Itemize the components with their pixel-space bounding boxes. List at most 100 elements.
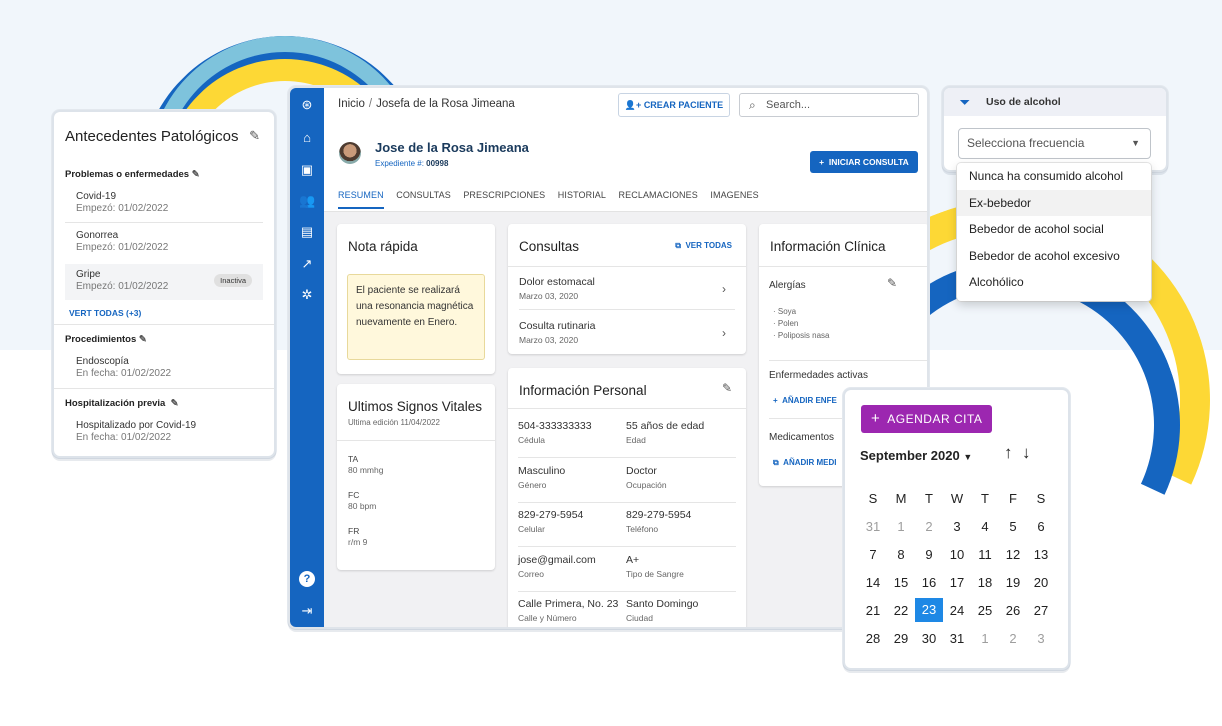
dropdown-option[interactable]: Alcohólico	[957, 269, 1151, 296]
calendar-day[interactable]: 15	[887, 575, 915, 590]
calendar-day[interactable]: 26	[999, 603, 1027, 618]
calendar-day[interactable]: 14	[859, 575, 887, 590]
calendar-day[interactable]: 17	[943, 575, 971, 590]
calendar-day[interactable]: 19	[999, 575, 1027, 590]
calendar-day[interactable]: 20	[1027, 575, 1055, 590]
item-date: Empezó: 01/02/2022	[76, 242, 169, 253]
list-item: · Poliposis nasa	[773, 331, 830, 340]
logo-icon[interactable]: ⊛	[299, 97, 315, 113]
calendar-day[interactable]: 8	[887, 547, 915, 562]
chevron-right-icon[interactable]: ›	[722, 326, 726, 340]
calendar-day[interactable]: 24	[943, 603, 971, 618]
calendar-day[interactable]: 29	[887, 631, 915, 646]
calendar-day[interactable]: 9	[915, 547, 943, 562]
calendar-day[interactable]: 31	[943, 631, 971, 646]
divider	[508, 408, 746, 409]
dropdown-option[interactable]: Bebedor de acohol excesivo	[957, 243, 1151, 270]
tab-historial[interactable]: HISTORIAL	[558, 190, 606, 200]
home-icon[interactable]: ⌂	[299, 130, 315, 146]
list-item[interactable]: Endoscopía En fecha: 01/02/2022	[76, 356, 171, 380]
add-enfermedad-link[interactable]: + AÑADIR ENFE	[773, 396, 837, 405]
edit-icon[interactable]: ✎	[722, 381, 732, 395]
calendar-day[interactable]: 18	[971, 575, 999, 590]
calendar-day-selected[interactable]: 23	[915, 598, 943, 622]
info-field: 504-333333333 Cédula	[518, 420, 592, 445]
calendar-day[interactable]: 7	[859, 547, 887, 562]
week-row: 28 29 30 31 1 2 3	[859, 624, 1059, 652]
chart-icon[interactable]: ↗	[299, 256, 315, 272]
calendar-day[interactable]: 21	[859, 603, 887, 618]
item-date: Empezó: 01/02/2022	[76, 203, 169, 214]
dropdown-option[interactable]: Nunca ha consumido alcohol	[957, 163, 1151, 190]
calendar-day[interactable]: 1	[887, 519, 915, 534]
card-title: Ultimos Signos Vitales	[348, 399, 483, 414]
divider	[519, 309, 735, 310]
list-item[interactable]: Hospitalizado por Covid-19 En fecha: 01/0…	[76, 420, 196, 444]
week-row: 21 22 23 24 25 26 27	[859, 596, 1059, 624]
calendar-day[interactable]: 5	[999, 519, 1027, 534]
calendar-day[interactable]: 3	[943, 519, 971, 534]
list-item[interactable]: Gonorrea Empezó: 01/02/2022	[76, 230, 168, 254]
patients-icon[interactable]: 👥	[299, 193, 315, 209]
calendar-day[interactable]: 25	[971, 603, 999, 618]
informacion-personal-card: Información Personal ✎ 504-333333333 Cédu…	[508, 368, 746, 627]
calendar-day[interactable]: 2	[915, 519, 943, 534]
calendar-day[interactable]: 13	[1027, 547, 1055, 562]
calendar-day[interactable]: 12	[999, 547, 1027, 562]
dropdown-option[interactable]: Bebedor de acohol social	[957, 216, 1151, 243]
calendar-day[interactable]: 2	[999, 631, 1027, 646]
calendar-day[interactable]: 4	[971, 519, 999, 534]
calendar-day[interactable]: 10	[943, 547, 971, 562]
field-value: 829-279-5954	[518, 509, 584, 521]
calendar-day[interactable]: 27	[1027, 603, 1055, 618]
item-date: En fecha: 01/02/2022	[76, 432, 172, 443]
edit-icon[interactable]: ✎	[249, 128, 260, 144]
ver-todas-link[interactable]: VERT TODAS (+3)	[69, 308, 141, 318]
list-item[interactable]: Cosulta rutinaria Marzo 03, 2020	[519, 320, 595, 345]
tab-resumen[interactable]: RESUMEN	[338, 190, 384, 209]
list-item[interactable]: Covid-19 Empezó: 01/02/2022	[76, 191, 168, 215]
tab-reclamaciones[interactable]: RECLAMACIONES	[619, 190, 698, 200]
exp-number: 00998	[426, 159, 449, 168]
breadcrumb-home[interactable]: Inicio	[338, 98, 365, 110]
help-icon[interactable]: ?	[299, 571, 315, 587]
tab-consultas[interactable]: CONSULTAS	[396, 190, 451, 200]
calendar-icon[interactable]: ▣	[299, 162, 315, 178]
arrow-down-icon[interactable]: ↓	[1022, 443, 1031, 462]
dropdown-option[interactable]: Ex-bebedor	[957, 189, 1151, 216]
edit-icon[interactable]: ✎	[887, 276, 897, 290]
calendar-day[interactable]: 3	[1027, 631, 1055, 646]
edit-icon[interactable]: ✎	[171, 398, 179, 409]
arrow-up-icon[interactable]: ↑	[1004, 443, 1013, 462]
calendar-day[interactable]: 22	[887, 603, 915, 618]
calendar-day[interactable]: 1	[971, 631, 999, 646]
edit-icon[interactable]: ✎	[139, 334, 147, 345]
logout-icon[interactable]: ⇥	[299, 603, 315, 619]
frecuencia-select[interactable]: Selecciona frecuencia ▼	[958, 128, 1151, 159]
crear-paciente-button[interactable]: 👤+ CREAR PACIENTE	[618, 93, 730, 117]
field-label: Género	[518, 479, 547, 490]
iniciar-consulta-button[interactable]: + INICIAR CONSULTA	[810, 151, 918, 173]
quick-note[interactable]: El paciente se realizará una resonancia …	[347, 274, 485, 360]
chevron-right-icon[interactable]: ›	[722, 282, 726, 296]
edit-icon[interactable]: ✎	[192, 169, 200, 180]
clipboard-icon[interactable]: ▤	[299, 224, 315, 240]
calendar-day[interactable]: 30	[915, 631, 943, 646]
tab-prescripciones[interactable]: PRESCRIPCIONES	[463, 190, 545, 200]
tab-imagenes[interactable]: IMAGENES	[710, 190, 758, 200]
calendar-day[interactable]: 28	[859, 631, 887, 646]
calendar-day[interactable]: 16	[915, 575, 943, 590]
add-medicamento-link[interactable]: ⧉ AÑADIR MEDI	[773, 458, 837, 468]
month-selector[interactable]: September 2020 ▼	[860, 448, 972, 463]
ver-todas-link[interactable]: ⧉ VER TODAS	[675, 241, 732, 251]
agendar-cita-button[interactable]: + AGENDAR CITA	[861, 405, 992, 433]
calendar-day[interactable]: 11	[971, 547, 999, 562]
list-item[interactable]: Gripe Empezó: 01/02/2022	[76, 269, 168, 293]
list-item[interactable]: Dolor estomacal Marzo 03, 2020	[519, 276, 595, 301]
calendar-day[interactable]: 6	[1027, 519, 1055, 534]
week-row: 14 15 16 17 18 19 20	[859, 568, 1059, 596]
settings-icon[interactable]: ✲	[299, 287, 315, 303]
divider	[54, 388, 274, 389]
calendar-day[interactable]: 31	[859, 519, 887, 534]
search-input[interactable]: ⌕ Search...	[739, 93, 919, 117]
